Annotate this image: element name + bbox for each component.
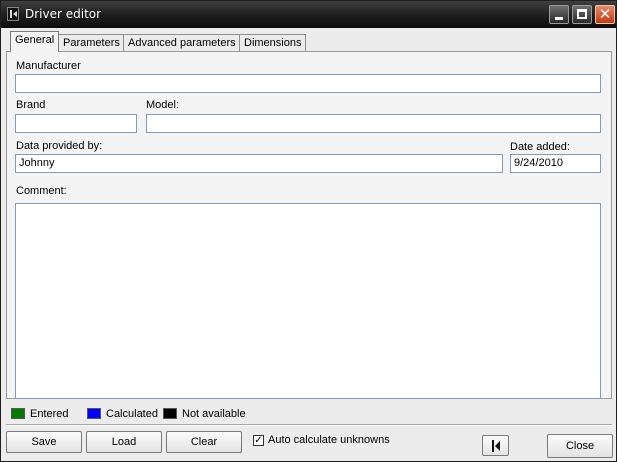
driver-icon-button[interactable] xyxy=(482,435,509,456)
manufacturer-input[interactable] xyxy=(15,74,601,93)
tab-general[interactable]: General xyxy=(10,31,60,52)
maximize-button[interactable] xyxy=(572,5,592,24)
clear-button[interactable]: Clear xyxy=(166,431,242,453)
provided-by-input[interactable]: Johnny xyxy=(15,154,503,173)
minimize-button[interactable] xyxy=(549,5,569,24)
entered-swatch xyxy=(11,408,25,419)
maximize-icon xyxy=(577,9,587,19)
manufacturer-label: Manufacturer xyxy=(16,60,81,72)
minimize-icon xyxy=(555,17,563,20)
entered-legend-label: Entered xyxy=(30,408,69,420)
tab-dimensions[interactable]: Dimensions xyxy=(239,34,307,51)
driver-editor-window: Driver editor ✕ General Parameters Advan… xyxy=(0,0,617,462)
date-added-label: Date added: xyxy=(510,141,570,153)
close-window-button[interactable]: ✕ xyxy=(595,5,615,24)
save-button[interactable]: Save xyxy=(6,431,82,453)
speaker-driver-icon xyxy=(491,440,500,452)
brand-label: Brand xyxy=(16,99,46,111)
comment-label: Comment: xyxy=(16,185,67,197)
load-button[interactable]: Load xyxy=(86,431,162,453)
auto-calculate-label: Auto calculate unknowns xyxy=(268,434,390,446)
tab-advanced-parameters[interactable]: Advanced parameters xyxy=(123,34,241,51)
app-icon xyxy=(7,7,19,21)
calculated-swatch xyxy=(87,408,101,419)
not-available-legend-label: Not available xyxy=(182,408,246,420)
window-title: Driver editor xyxy=(25,7,102,21)
comment-textarea[interactable] xyxy=(15,203,601,399)
tab-parameters[interactable]: Parameters xyxy=(58,34,125,51)
provided-by-label: Data provided by: xyxy=(16,140,103,152)
divider xyxy=(6,424,612,426)
calculated-legend-label: Calculated xyxy=(106,408,158,420)
title-bar[interactable]: Driver editor ✕ xyxy=(1,1,616,28)
model-input[interactable] xyxy=(146,114,601,133)
model-label: Model: xyxy=(146,99,180,111)
brand-input[interactable] xyxy=(15,114,137,133)
not-available-swatch xyxy=(163,408,177,419)
auto-calculate-checkbox[interactable]: ✓ xyxy=(253,435,264,446)
close-icon: ✕ xyxy=(598,5,612,23)
close-button[interactable]: Close xyxy=(547,434,613,458)
date-added-input[interactable]: 9/24/2010 xyxy=(510,154,601,173)
